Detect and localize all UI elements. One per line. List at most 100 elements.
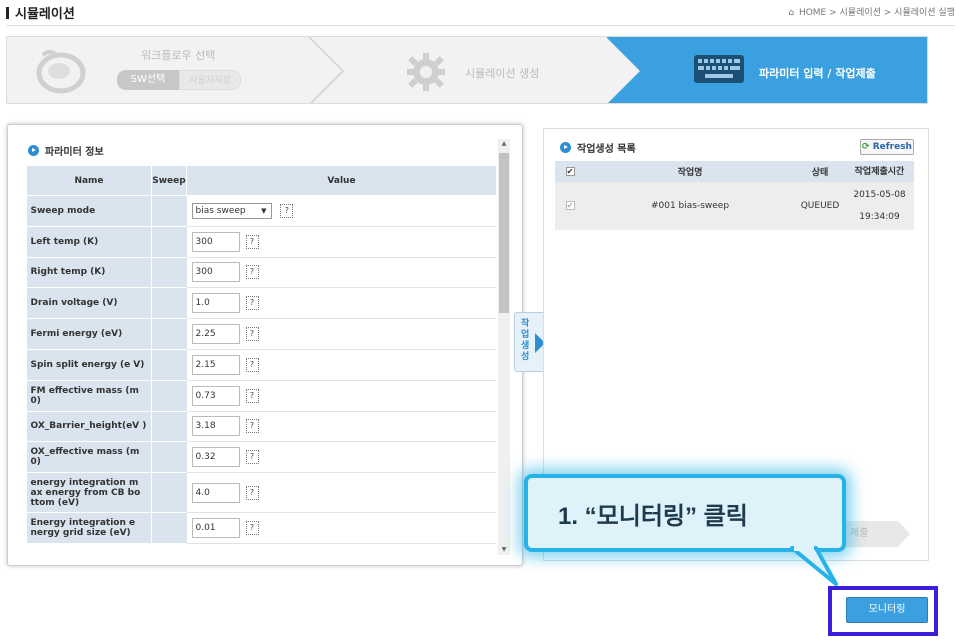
step1-label: 워크플로우 선택 xyxy=(141,49,216,62)
table-row: energy integration m ax energy from CB b… xyxy=(26,472,496,514)
help-icon[interactable]: ? xyxy=(245,265,259,280)
scroll-up-icon[interactable]: ▲ xyxy=(498,139,510,149)
help-icon[interactable]: ? xyxy=(245,485,259,500)
custom-select-button[interactable]: 사용자지정 xyxy=(179,70,241,90)
title-bar-icon xyxy=(6,6,9,19)
parameter-table: Name Sweep Value Sweep mode bias sweep ▼ … xyxy=(26,165,496,544)
param-input[interactable]: 3.18 xyxy=(191,416,240,437)
scroll-down-icon[interactable]: ▼ xyxy=(498,545,510,555)
table-row: OX_effective mass (m 0) 0.32? xyxy=(26,441,496,474)
instruction-callout: 1. “모니터링” 클릭 xyxy=(524,474,846,552)
param-name: Left temp (K) xyxy=(26,226,152,258)
workflow-steps: 워크플로우 선택 SW선택 사용자지정 시뮬레이션 생성 파라미터 입력 / 작… xyxy=(6,36,928,104)
param-sweep-cell xyxy=(151,472,187,514)
col-header-name: Name xyxy=(26,165,152,196)
keyboard-icon xyxy=(694,55,744,83)
param-value-cell: 4.0? xyxy=(186,472,496,514)
step3-label: 파라미터 입력 / 작업제출 xyxy=(759,67,876,80)
param-sweep-cell xyxy=(151,441,187,474)
param-input[interactable]: 0.32 xyxy=(191,447,240,468)
help-icon[interactable]: ? xyxy=(245,521,259,536)
param-sweep-cell xyxy=(151,349,187,381)
table-row: OX_Barrier_height(eV ) 3.18? xyxy=(26,411,496,443)
breadcrumb-text: HOME > 시뮬레이션 > 시뮬레이션 실행 xyxy=(798,8,955,18)
dropdown-caret-icon: ▼ xyxy=(261,206,267,215)
col-header-value: Value xyxy=(186,165,496,196)
job-submit-clock: 19:34:09 xyxy=(859,212,900,222)
step-parameter-input[interactable]: 파라미터 입력 / 작업제출 xyxy=(606,37,927,103)
play-bullet-icon xyxy=(28,145,39,156)
help-icon[interactable]: ? xyxy=(245,419,259,434)
breadcrumb: ⌂ HOME > 시뮬레이션 > 시뮬레이션 실행 xyxy=(788,5,955,18)
param-value-cell: 1.0? xyxy=(186,287,496,320)
param-name: Drain voltage (V) xyxy=(26,287,152,320)
param-sweep-cell xyxy=(151,257,187,289)
param-name: Fermi energy (eV) xyxy=(26,318,152,350)
table-row: Right temp (K) 300? xyxy=(26,257,496,289)
step-workflow-select[interactable]: 워크플로우 선택 SW선택 사용자지정 xyxy=(7,37,337,103)
job-table-header: ✔ 작업명 상태 작업제출시간 xyxy=(555,161,914,182)
param-value-cell: 0.73? xyxy=(186,380,496,412)
param-input[interactable]: 2.15 xyxy=(191,354,240,375)
table-row: Drain voltage (V) 1.0? xyxy=(26,287,496,320)
table-row: Spin split energy (e V) 2.15? xyxy=(26,349,496,381)
sweep-mode-value: bias sweep xyxy=(195,205,246,216)
param-name: FM effective mass (m 0) xyxy=(26,380,152,412)
parameter-table-wrap: Name Sweep Value Sweep mode bias sweep ▼ … xyxy=(26,165,496,553)
col-header-status: 상태 xyxy=(811,168,829,178)
page-title-text: 시뮬레이션 xyxy=(15,7,75,22)
param-value-cell: 0.32? xyxy=(186,441,496,474)
help-icon[interactable]: ? xyxy=(245,234,259,249)
param-input[interactable]: 300 xyxy=(191,262,240,283)
gear-icon xyxy=(407,53,445,91)
parameter-title-text: 파라미터 정보 xyxy=(45,147,104,158)
sweep-mode-select[interactable]: bias sweep ▼ xyxy=(191,202,272,219)
param-input[interactable]: 2.25 xyxy=(191,324,240,345)
param-sweep-cell xyxy=(151,512,187,544)
help-icon[interactable]: ? xyxy=(245,450,259,465)
page-title: 시뮬레이션 xyxy=(6,3,75,22)
job-name: #001 bias-sweep xyxy=(650,201,730,211)
table-row: Fermi energy (eV) 2.25? xyxy=(26,318,496,350)
param-sweep-cell xyxy=(151,287,187,320)
select-all-checkbox[interactable]: ✔ xyxy=(565,166,575,176)
help-icon[interactable]: ? xyxy=(245,357,259,372)
param-input[interactable]: 0.01 xyxy=(191,518,240,539)
param-sweep-cell xyxy=(151,195,187,227)
param-value-cell: 300? xyxy=(186,257,496,289)
home-icon: ⌂ xyxy=(788,8,795,18)
scroll-thumb[interactable] xyxy=(499,153,509,313)
parameter-scrollbar[interactable]: ▲ ▼ xyxy=(498,139,510,555)
param-name: OX_effective mass (m 0) xyxy=(26,441,152,474)
callout-text: 1. “모니터링” 클릭 xyxy=(558,503,748,530)
table-row[interactable]: ✔ #001 bias-sweep QUEUED 2015-05-08 19:3… xyxy=(555,182,914,230)
help-icon[interactable]: ? xyxy=(245,388,259,403)
header-divider xyxy=(6,25,955,26)
refresh-label: Refresh xyxy=(872,142,912,152)
help-icon[interactable]: ? xyxy=(280,203,294,218)
job-submit-date: 2015-05-08 xyxy=(853,190,906,200)
job-list-title: 작업생성 목록 xyxy=(560,140,636,155)
param-sweep-cell xyxy=(151,411,187,443)
param-name: Energy integration e nergy grid size (eV… xyxy=(26,512,152,544)
param-value-cell: bias sweep ▼ ? xyxy=(186,195,496,227)
param-input[interactable]: 0.73 xyxy=(191,385,240,406)
param-input[interactable]: 300 xyxy=(191,231,240,252)
step-simulation-create[interactable]: 시뮬레이션 생성 xyxy=(337,37,627,103)
side-tab-label: 작업생성 xyxy=(521,319,530,362)
help-icon[interactable]: ? xyxy=(245,296,259,311)
param-input[interactable]: 4.0 xyxy=(191,482,240,503)
param-name: OX_Barrier_height(eV ) xyxy=(26,411,152,443)
col-header-sweep: Sweep xyxy=(151,165,187,196)
monitoring-button[interactable]: 모니터링 xyxy=(846,597,928,623)
param-sweep-cell xyxy=(151,380,187,412)
param-name: Sweep mode xyxy=(26,195,152,227)
param-sweep-cell xyxy=(151,318,187,350)
help-icon[interactable]: ? xyxy=(245,327,259,342)
mouse-icon xyxy=(36,50,86,94)
sw-select-button[interactable]: SW선택 xyxy=(117,70,179,90)
param-value-cell: 2.15? xyxy=(186,349,496,381)
row-checkbox[interactable]: ✔ xyxy=(565,201,575,210)
param-input[interactable]: 1.0 xyxy=(191,293,240,314)
refresh-button[interactable]: ⟳ Refresh xyxy=(860,139,914,155)
